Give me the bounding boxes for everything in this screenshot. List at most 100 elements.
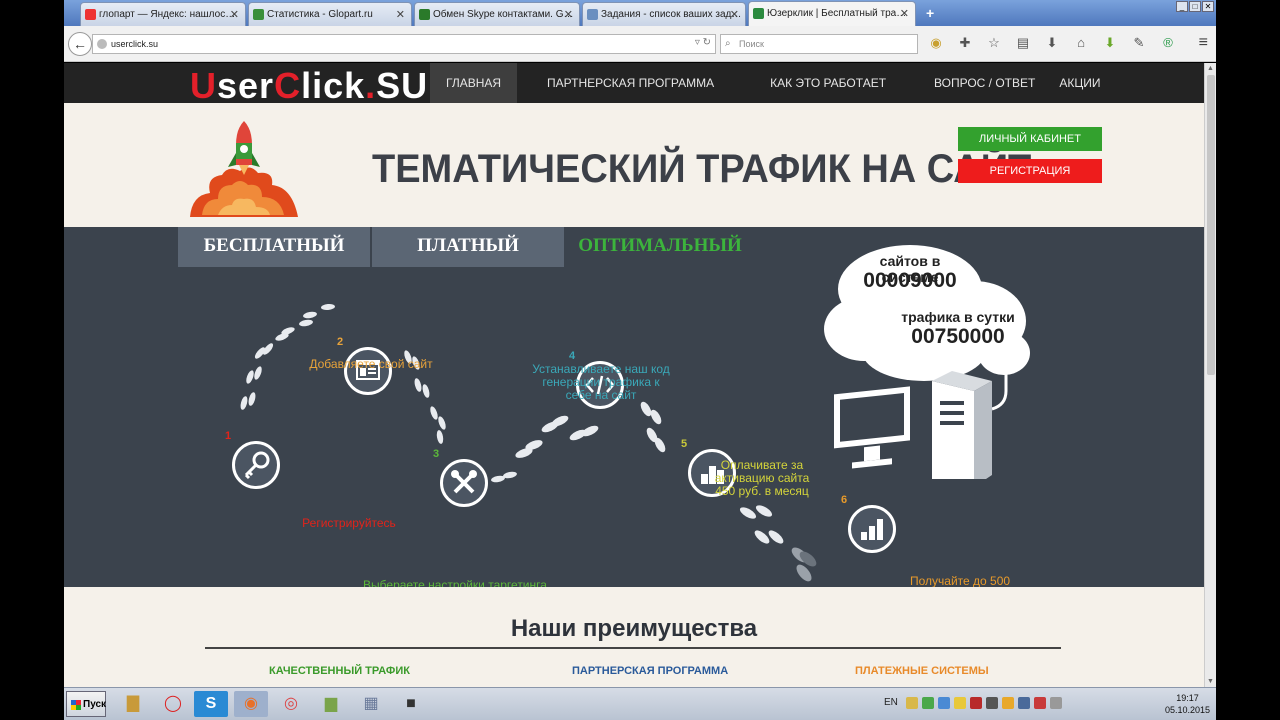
tab-label: глопарт — Яндекс: нашлос… <box>99 9 236 20</box>
logo-text: ser <box>217 65 275 106</box>
userclick-icon <box>753 8 764 19</box>
browser-tab[interactable]: глопарт — Яндекс: нашлос… ✕ <box>80 2 246 26</box>
close-tab-icon[interactable]: ✕ <box>396 8 405 21</box>
nav-partner[interactable]: ПАРТНЕРСКАЯ ПРОГРАММА <box>531 63 730 103</box>
step-number: 6 <box>841 494 848 506</box>
addon-download-icon[interactable]: ⬇ <box>1102 35 1118 51</box>
traffic-label: трафика в сутки <box>901 309 1015 325</box>
download-icon[interactable]: ⬇ <box>1044 35 1060 51</box>
reading-list-icon[interactable]: ▤ <box>1015 35 1031 51</box>
windows-taskbar: Пуск ▇ ◯ S ◉ ◎ ▆ ▦ ■ EN 19:17 05.10.2015 <box>64 687 1216 720</box>
advantage-partner-program[interactable]: ПАРТНЕРСКАЯ ПРОГРАММА <box>572 665 728 677</box>
calculator-icon[interactable]: ▦ <box>354 691 388 717</box>
step-2-circle: 2 <box>337 336 392 395</box>
close-tab-icon[interactable]: ✕ <box>564 8 573 21</box>
nav-faq[interactable]: ВОПРОС / ОТВЕТ <box>918 63 1051 103</box>
browser-tab[interactable]: Задания - список ваших зад… ✕ <box>582 2 746 26</box>
tray-app-icon[interactable] <box>1002 697 1014 709</box>
register-button[interactable]: РЕГИСТРАЦИЯ <box>958 159 1102 183</box>
volume-icon[interactable] <box>1050 697 1062 709</box>
close-tab-icon[interactable]: ✕ <box>230 8 239 21</box>
tray-app-icon[interactable] <box>986 697 998 709</box>
tray-app-icon[interactable] <box>954 697 966 709</box>
home-icon[interactable]: ⌂ <box>1073 35 1089 51</box>
chrome-icon[interactable]: ◎ <box>274 691 308 717</box>
tray-app-icon[interactable] <box>922 697 934 709</box>
opera-icon[interactable]: ◯ <box>156 691 190 717</box>
tools-icon <box>451 470 477 494</box>
bookmark-star-icon[interactable]: ☆ <box>986 35 1002 51</box>
tab-label: Статистика - Glopart.ru <box>267 9 373 20</box>
close-tab-icon[interactable]: ✕ <box>730 8 739 21</box>
puzzle-icon[interactable]: ✚ <box>957 35 973 51</box>
browser-tab[interactable]: Обмен Skype контактами. G… ✕ <box>414 2 580 26</box>
glopart-icon <box>253 9 264 20</box>
tray-app-icon[interactable] <box>938 697 950 709</box>
language-indicator[interactable]: EN <box>884 697 898 708</box>
personal-cabinet-button[interactable]: ЛИЧНЫЙ КАБИНЕТ <box>958 127 1102 151</box>
clock-time: 19:17 <box>1176 693 1199 703</box>
screenshot-icon[interactable]: ✎ <box>1131 35 1147 51</box>
page-scrollbar[interactable]: ▲ ▼ <box>1204 63 1216 687</box>
skype-icon[interactable]: S <box>194 691 228 717</box>
tray-app-icon[interactable] <box>970 697 982 709</box>
step-4-text: Устанавливаете наш код генерации трафика… <box>532 362 670 402</box>
site-logo[interactable]: UserClick.SU <box>190 65 428 107</box>
back-button[interactable]: ← <box>68 32 92 56</box>
addon-r-icon[interactable]: ® <box>1160 35 1176 51</box>
tab-label: Юзерклик | Бесплатный тра… <box>767 8 907 19</box>
step-6-circle: 6 <box>841 494 896 553</box>
scroll-down-icon[interactable]: ▼ <box>1207 678 1214 685</box>
main-nav: ГЛАВНАЯ ПАРТНЕРСКАЯ ПРОГРАММА КАК ЭТО РА… <box>430 63 1116 103</box>
scroll-thumb[interactable] <box>1207 75 1215 375</box>
scroll-up-icon[interactable]: ▲ <box>1207 65 1214 72</box>
browser-toolbar: ← userclick.su ▿ ↻ ⌕ Поиск ◉ ✚ ☆ ▤ ⬇ ⌂ ⬇… <box>64 26 1216 62</box>
logo-dot: . <box>365 65 377 106</box>
minimize-button[interactable]: _ <box>1176 1 1188 12</box>
notes-icon[interactable]: ▆ <box>314 691 348 717</box>
reload-icon[interactable]: ▿ ↻ <box>695 37 711 48</box>
step-1-text: Регистрируйтесь <box>302 516 396 530</box>
step-5-text: Оплачивате за активацию сайта 450 руб. в… <box>714 458 810 498</box>
new-tab-button[interactable]: + <box>926 5 934 21</box>
nav-promo[interactable]: АКЦИИ <box>1043 63 1116 103</box>
divider <box>205 647 1061 649</box>
search-input[interactable]: ⌕ Поиск <box>720 34 918 54</box>
logo-letter: C <box>274 65 302 106</box>
advantage-quality-traffic[interactable]: КАЧЕСТВЕННЫЙ ТРАФИК <box>269 665 410 677</box>
nav-how-it-works[interactable]: КАК ЭТО РАБОТАЕТ <box>754 63 902 103</box>
browser-tab[interactable]: Статистика - Glopart.ru ✕ <box>248 2 412 26</box>
footprints-trail <box>240 303 817 582</box>
start-button[interactable]: Пуск <box>66 691 106 717</box>
nav-home[interactable]: ГЛАВНАЯ <box>430 63 518 103</box>
menu-icon[interactable]: ≡ <box>1199 34 1208 52</box>
tray-app-icon[interactable] <box>1018 697 1030 709</box>
step-number: 1 <box>225 430 232 442</box>
close-tab-icon[interactable]: ✕ <box>900 7 909 20</box>
key-icon <box>244 451 270 480</box>
step-1-circle: 1 <box>225 430 280 489</box>
clock[interactable]: 19:17 05.10.2015 <box>1165 692 1210 716</box>
clock-date: 05.10.2015 <box>1164 705 1210 715</box>
advantage-payment-systems[interactable]: ПЛАТЕЖНЫЕ СИСТЕМЫ <box>855 665 989 677</box>
step-number: 2 <box>337 336 344 348</box>
address-bar[interactable]: userclick.su ▿ ↻ <box>92 34 716 54</box>
step-number: 3 <box>433 448 440 460</box>
tray-app-icon[interactable] <box>1034 697 1046 709</box>
explorer-icon[interactable]: ▇ <box>116 691 150 717</box>
toolbar-icons: ◉ ✚ ☆ ▤ ⬇ ⌂ ⬇ ✎ ® <box>928 35 1176 51</box>
computer-icon <box>834 355 1008 479</box>
windows-logo-icon <box>71 700 81 710</box>
page-icon <box>587 9 598 20</box>
maximize-button[interactable]: □ <box>1189 1 1201 12</box>
step-3-circle: 3 <box>433 448 488 507</box>
start-label: Пуск <box>83 699 107 710</box>
firefox-icon[interactable]: ◉ <box>234 691 268 717</box>
extension-icon[interactable]: ◉ <box>928 35 944 51</box>
window-controls: _ □ ✕ <box>1176 1 1214 12</box>
camera-recorder-icon[interactable]: ■ <box>394 691 428 717</box>
step-2-text: Добавляете свой сайт <box>309 357 433 371</box>
tray-app-icon[interactable] <box>906 697 918 709</box>
browser-tab-active[interactable]: Юзерклик | Бесплатный тра… ✕ <box>748 1 916 27</box>
close-window-button[interactable]: ✕ <box>1202 1 1214 12</box>
